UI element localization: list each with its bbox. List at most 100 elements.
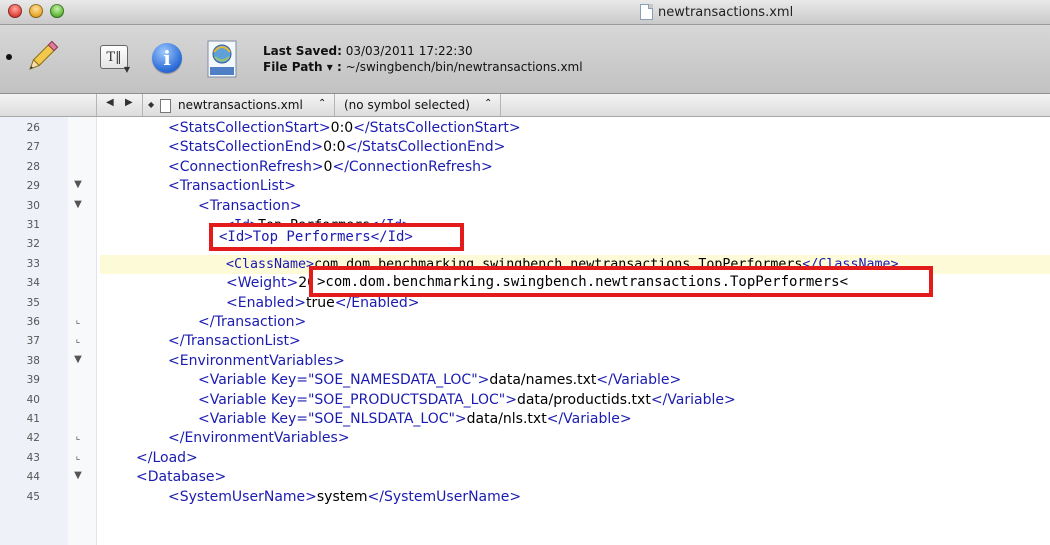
code-line[interactable]: 45 <SystemUserName>system</SystemUserName…	[0, 488, 1050, 507]
callout-classname-box: >com.dom.benchmarking.swingbench.newtran…	[309, 266, 933, 297]
code-text: <ConnectionRefresh>0</ConnectionRefresh>	[168, 158, 493, 175]
code-line[interactable]: 26 <StatsCollectionStart>0:0</StatsCollec…	[0, 119, 1050, 138]
code-editor[interactable]: 26 <StatsCollectionStart>0:0</StatsCollec…	[0, 117, 1050, 545]
code-line[interactable]: 39 <Variable Key="SOE_NAMESDATA_LOC">data…	[0, 371, 1050, 390]
code-line[interactable]: 38 ▼ <EnvironmentVariables>	[0, 352, 1050, 371]
code-line[interactable]: 30 ▼ <Transaction>	[0, 197, 1050, 216]
line-number: 43	[26, 451, 40, 464]
line-number: 35	[26, 296, 40, 309]
file-popup[interactable]: newtransactions.xml	[178, 98, 303, 112]
code-line[interactable]: 31<Id>Top Performers</Id>	[0, 216, 1050, 235]
toolbar: T‖ ▼ i Last Saved: 03/03/2011 17:22:30 F…	[0, 25, 1050, 94]
edited-dot-icon	[6, 54, 12, 60]
file-icon	[160, 99, 171, 113]
dropdown-arrow-icon: ▼	[123, 65, 130, 74]
code-text: </Transaction>	[198, 314, 307, 330]
code-text: <Variable Key="SOE_NAMESDATA_LOC">data/n…	[198, 372, 682, 389]
document-icon	[640, 4, 653, 20]
back-button[interactable]: ◀	[106, 97, 114, 108]
navigation-bar: ◀ ▶ ◆ newtransactions.xml ⌃ (no symbol s…	[0, 94, 1050, 117]
line-number: 30	[26, 199, 40, 212]
forward-button[interactable]: ▶	[125, 97, 133, 108]
code-text: </EnvironmentVariables>	[168, 430, 350, 447]
line-number: 40	[26, 393, 40, 406]
fold-toggle-icon[interactable]: ▼	[71, 354, 85, 365]
code-line[interactable]: 43 ⌞ </Load>	[0, 449, 1050, 468]
last-saved-row: Last Saved: 03/03/2011 17:22:30	[263, 43, 583, 59]
fold-toggle-icon[interactable]: ▼	[71, 179, 85, 190]
code-text: </TransactionList>	[168, 333, 301, 350]
line-number: 31	[26, 219, 40, 231]
window-title: newtransactions.xml	[640, 4, 793, 20]
line-number: 44	[26, 471, 40, 484]
code-text: <Variable Key="SOE_PRODUCTSDATA_LOC">dat…	[198, 391, 736, 408]
callout-classname-code: >com.dom.benchmarking.swingbench.newtran…	[317, 273, 849, 290]
xml-document-icon	[207, 40, 237, 78]
code-text: <Transaction>	[198, 197, 302, 214]
line-number: 33	[26, 257, 40, 270]
code-line[interactable]: 37 ⌞ </TransactionList>	[0, 332, 1050, 351]
file-path-row: File Path ▾ : ~/swingbench/bin/newtransa…	[263, 59, 583, 75]
minimize-window-button[interactable]	[29, 4, 43, 18]
nav-separator	[500, 94, 501, 116]
file-info: Last Saved: 03/03/2011 17:22:30 File Pat…	[263, 43, 583, 75]
line-number: 42	[26, 432, 40, 445]
nav-separator	[142, 94, 143, 116]
unsaved-dot-icon: ◆	[148, 100, 155, 109]
last-saved-label: Last Saved:	[263, 44, 342, 58]
callout-id-box: <Id>Top Performers</Id>	[209, 223, 464, 251]
fold-toggle-icon[interactable]: ⌞	[71, 431, 85, 442]
zoom-window-button[interactable]	[50, 4, 64, 18]
code-text: <StatsCollectionStart>0:0</StatsCollecti…	[168, 120, 521, 136]
line-number: 34	[26, 277, 40, 290]
fold-toggle-icon[interactable]: ⌞	[71, 451, 85, 462]
code-line[interactable]: 41 <Variable Key="SOE_NLSDATA_LOC">data/n…	[0, 410, 1050, 429]
close-window-button[interactable]	[8, 4, 22, 18]
fold-toggle-icon[interactable]: ⌞	[71, 334, 85, 345]
line-number: 38	[26, 354, 40, 367]
symbol-popup[interactable]: (no symbol selected)	[344, 98, 470, 112]
fold-toggle-icon[interactable]: ▼	[71, 470, 85, 481]
code-text: <Variable Key="SOE_NLSDATA_LOC">data/nls…	[198, 411, 632, 427]
callout-id-text: <Id>Top Performers</Id>	[219, 227, 413, 247]
code-text: <Database>	[136, 469, 227, 486]
code-line[interactable]: 32<ShortName>TP</ShortName>	[0, 235, 1050, 254]
code-line[interactable]: 36 ⌞ </Transaction>	[0, 313, 1050, 332]
symbol-popup-stepper-icon[interactable]: ⌃	[484, 98, 492, 109]
line-number: 26	[26, 122, 40, 134]
code-text: <StatsCollectionEnd>0:0</StatsCollection…	[168, 139, 506, 156]
code-text: <SystemUserName>system</SystemUserName>	[168, 488, 522, 505]
line-number: 27	[26, 141, 40, 154]
edit-pencil-button[interactable]	[22, 37, 62, 77]
title-bar: newtransactions.xml	[0, 0, 1050, 25]
line-number: 39	[26, 374, 40, 387]
fold-toggle-icon[interactable]: ▼	[71, 199, 85, 210]
pencil-icon	[29, 40, 59, 70]
code-line[interactable]: 44 ▼ <Database>	[0, 468, 1050, 487]
info-button[interactable]: i	[150, 41, 184, 75]
code-text: </Load>	[136, 449, 198, 466]
fold-toggle-icon[interactable]: ⌞	[71, 315, 85, 326]
xml-document-button[interactable]	[200, 37, 244, 81]
last-saved-value: 03/03/2011 17:22:30	[345, 44, 473, 58]
file-path-value: ~/swingbench/bin/newtransactions.xml	[345, 60, 583, 74]
text-format-button[interactable]: T‖ ▼	[96, 43, 132, 74]
code-line[interactable]: 29 ▼ <TransactionList>	[0, 177, 1050, 196]
file-path-label[interactable]: File Path ▾ :	[263, 60, 342, 74]
line-number: 45	[26, 490, 40, 503]
code-text: <EnvironmentVariables>	[168, 352, 345, 369]
info-icon: i	[152, 43, 182, 73]
code-line[interactable]: 42 ⌞ </EnvironmentVariables>	[0, 429, 1050, 448]
line-number: 29	[26, 180, 40, 193]
code-line[interactable]: 40 <Variable Key="SOE_PRODUCTSDATA_LOC">d…	[0, 391, 1050, 410]
line-number: 28	[26, 160, 40, 173]
nav-separator	[334, 94, 335, 116]
code-text: <TransactionList>	[168, 178, 297, 195]
callout-classname-text: >com.dom.benchmarking.swingbench.newtran…	[317, 270, 848, 293]
file-popup-stepper-icon[interactable]: ⌃	[318, 98, 326, 109]
line-number: 36	[26, 316, 40, 328]
code-line[interactable]: 27 <StatsCollectionEnd>0:0</StatsCollecti…	[0, 138, 1050, 157]
window-title-text: newtransactions.xml	[658, 4, 794, 20]
line-number: 32	[26, 238, 40, 251]
code-line[interactable]: 28 <ConnectionRefresh>0</ConnectionRefres…	[0, 158, 1050, 177]
